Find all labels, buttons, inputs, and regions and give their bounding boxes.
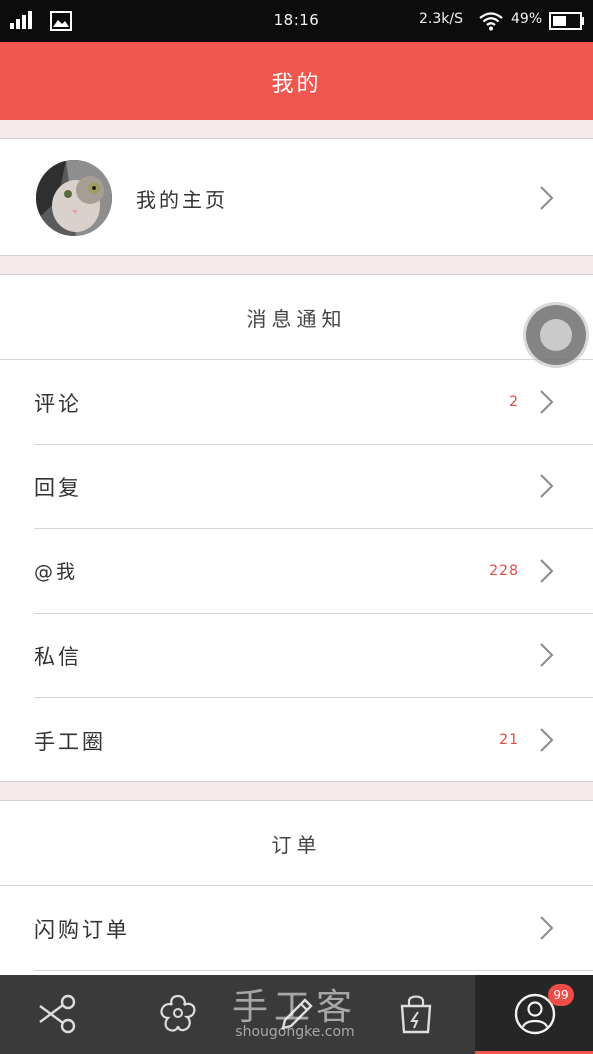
app-header: 我的 xyxy=(0,42,593,120)
item-label: 私信 xyxy=(34,645,82,669)
list-item-mentions[interactable]: @我 228 xyxy=(0,529,593,613)
page-title: 我的 xyxy=(271,72,322,97)
profile-row[interactable]: 我的主页 xyxy=(0,138,593,256)
orders-title: 订单 xyxy=(271,833,322,857)
shopping-bag-icon xyxy=(400,995,432,1034)
tab-scissors[interactable] xyxy=(0,975,118,1054)
list-item-craft-circle[interactable]: 手工圈 21 xyxy=(0,698,593,782)
divider xyxy=(34,970,593,971)
wifi-icon xyxy=(479,12,503,31)
list-item-flash-orders[interactable]: 闪购订单 xyxy=(0,886,593,970)
status-bar: 18:16 2.3k/S 49% xyxy=(0,0,593,42)
messages-title: 消息通知 xyxy=(246,307,347,331)
avatar xyxy=(36,160,112,236)
pencil-icon xyxy=(281,998,313,1030)
item-label: @我 xyxy=(34,561,79,583)
chevron-right-icon xyxy=(540,390,554,414)
unread-count: 228 xyxy=(489,563,519,579)
list-item-private-messages[interactable]: 私信 xyxy=(0,613,593,697)
unread-count: 2 xyxy=(509,394,519,410)
battery-icon xyxy=(549,12,584,30)
tab-create[interactable] xyxy=(237,975,355,1054)
chevron-right-icon xyxy=(540,559,554,583)
list-item-comments[interactable]: 评论 2 xyxy=(0,360,593,444)
cat-avatar-image xyxy=(36,160,112,236)
network-speed: 2.3k/S xyxy=(419,11,463,27)
status-time: 18:16 xyxy=(273,11,320,29)
my-homepage-label: 我的主页 xyxy=(136,188,228,212)
bottom-tab-bar: 99 xyxy=(0,975,593,1054)
floating-assist-button[interactable] xyxy=(526,305,586,365)
item-label: 回复 xyxy=(34,476,82,500)
tab-discover[interactable] xyxy=(118,975,236,1054)
item-label: 闪购订单 xyxy=(34,918,130,942)
tab-shop[interactable] xyxy=(356,975,474,1054)
item-label: 手工圈 xyxy=(34,730,106,754)
unread-count: 21 xyxy=(499,732,519,748)
battery-percent: 49% xyxy=(511,11,543,27)
flower-icon xyxy=(160,994,196,1032)
notification-badge: 99 xyxy=(548,984,574,1006)
messages-section: 消息通知 评论 2 回复 @我 228 私信 手工圈 21 xyxy=(0,274,593,782)
orders-section: 订单 闪购订单 xyxy=(0,800,593,990)
chevron-right-icon xyxy=(540,643,554,667)
chevron-right-icon xyxy=(540,186,554,210)
scissors-icon xyxy=(39,994,76,1034)
chevron-right-icon xyxy=(540,728,554,752)
list-item-replies[interactable]: 回复 xyxy=(0,444,593,528)
floating-button-core xyxy=(540,319,572,351)
chevron-right-icon xyxy=(540,916,554,940)
chevron-right-icon xyxy=(540,474,554,498)
tab-me[interactable]: 99 xyxy=(475,975,593,1054)
item-label: 评论 xyxy=(34,392,82,416)
